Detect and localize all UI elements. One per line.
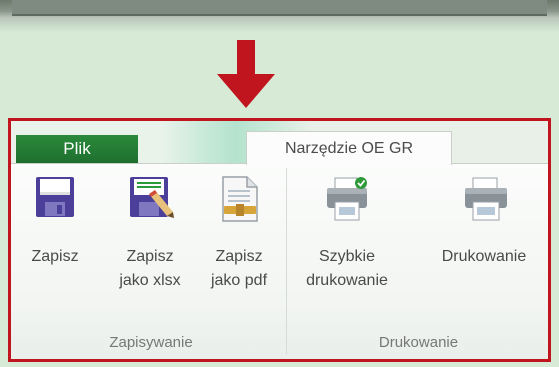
top-frame bbox=[0, 0, 559, 32]
save-as-pdf-label-line1: Zapisz bbox=[215, 248, 263, 265]
top-frame-inner bbox=[12, 0, 547, 16]
tab-plik[interactable]: Plik bbox=[16, 135, 138, 163]
quick-print-label-line1: Szybkie bbox=[318, 248, 376, 265]
ribbon-tabstrip: Plik Narzędzie OE GR bbox=[11, 121, 548, 165]
save-as-xlsx-label-line2: jako xlsx bbox=[119, 272, 181, 289]
save-button[interactable]: Zapisz bbox=[19, 176, 91, 286]
ribbon-highlight: Plik Narzędzie OE GR Zapisz Zapisz jako … bbox=[8, 118, 551, 362]
save-label: Zapisz bbox=[31, 248, 79, 265]
floppy-disk-icon bbox=[36, 177, 74, 217]
ribbon-body: Zapisz Zapisz jako xlsx Zapisz jako pdf … bbox=[11, 163, 548, 359]
save-as-xlsx-button[interactable]: Zapisz jako xlsx bbox=[107, 176, 193, 289]
document-pdf-icon bbox=[222, 176, 258, 222]
save-as-xlsx-label-line1: Zapisz bbox=[126, 248, 174, 265]
down-arrow-icon bbox=[217, 40, 275, 108]
save-as-pdf-button[interactable]: Zapisz jako pdf bbox=[197, 176, 281, 289]
printer-icon bbox=[465, 177, 507, 221]
group-label-zapisywanie: Zapisywanie bbox=[109, 334, 193, 351]
floppy-disk-edit-icon bbox=[130, 177, 174, 218]
quick-print-button[interactable]: Szybkie drukowanie bbox=[295, 176, 399, 289]
group-divider bbox=[286, 168, 287, 354]
save-as-pdf-label-line2: jako pdf bbox=[210, 272, 268, 289]
tab-narzedzie-oe-gr[interactable]: Narzędzie OE GR bbox=[246, 131, 452, 165]
group-label-drukowanie: Drukowanie bbox=[378, 334, 459, 351]
print-label: Drukowanie bbox=[441, 248, 527, 265]
print-button[interactable]: Drukowanie bbox=[423, 176, 545, 286]
quick-print-icon bbox=[327, 177, 367, 221]
quick-print-label-line2: drukowanie bbox=[306, 272, 388, 289]
